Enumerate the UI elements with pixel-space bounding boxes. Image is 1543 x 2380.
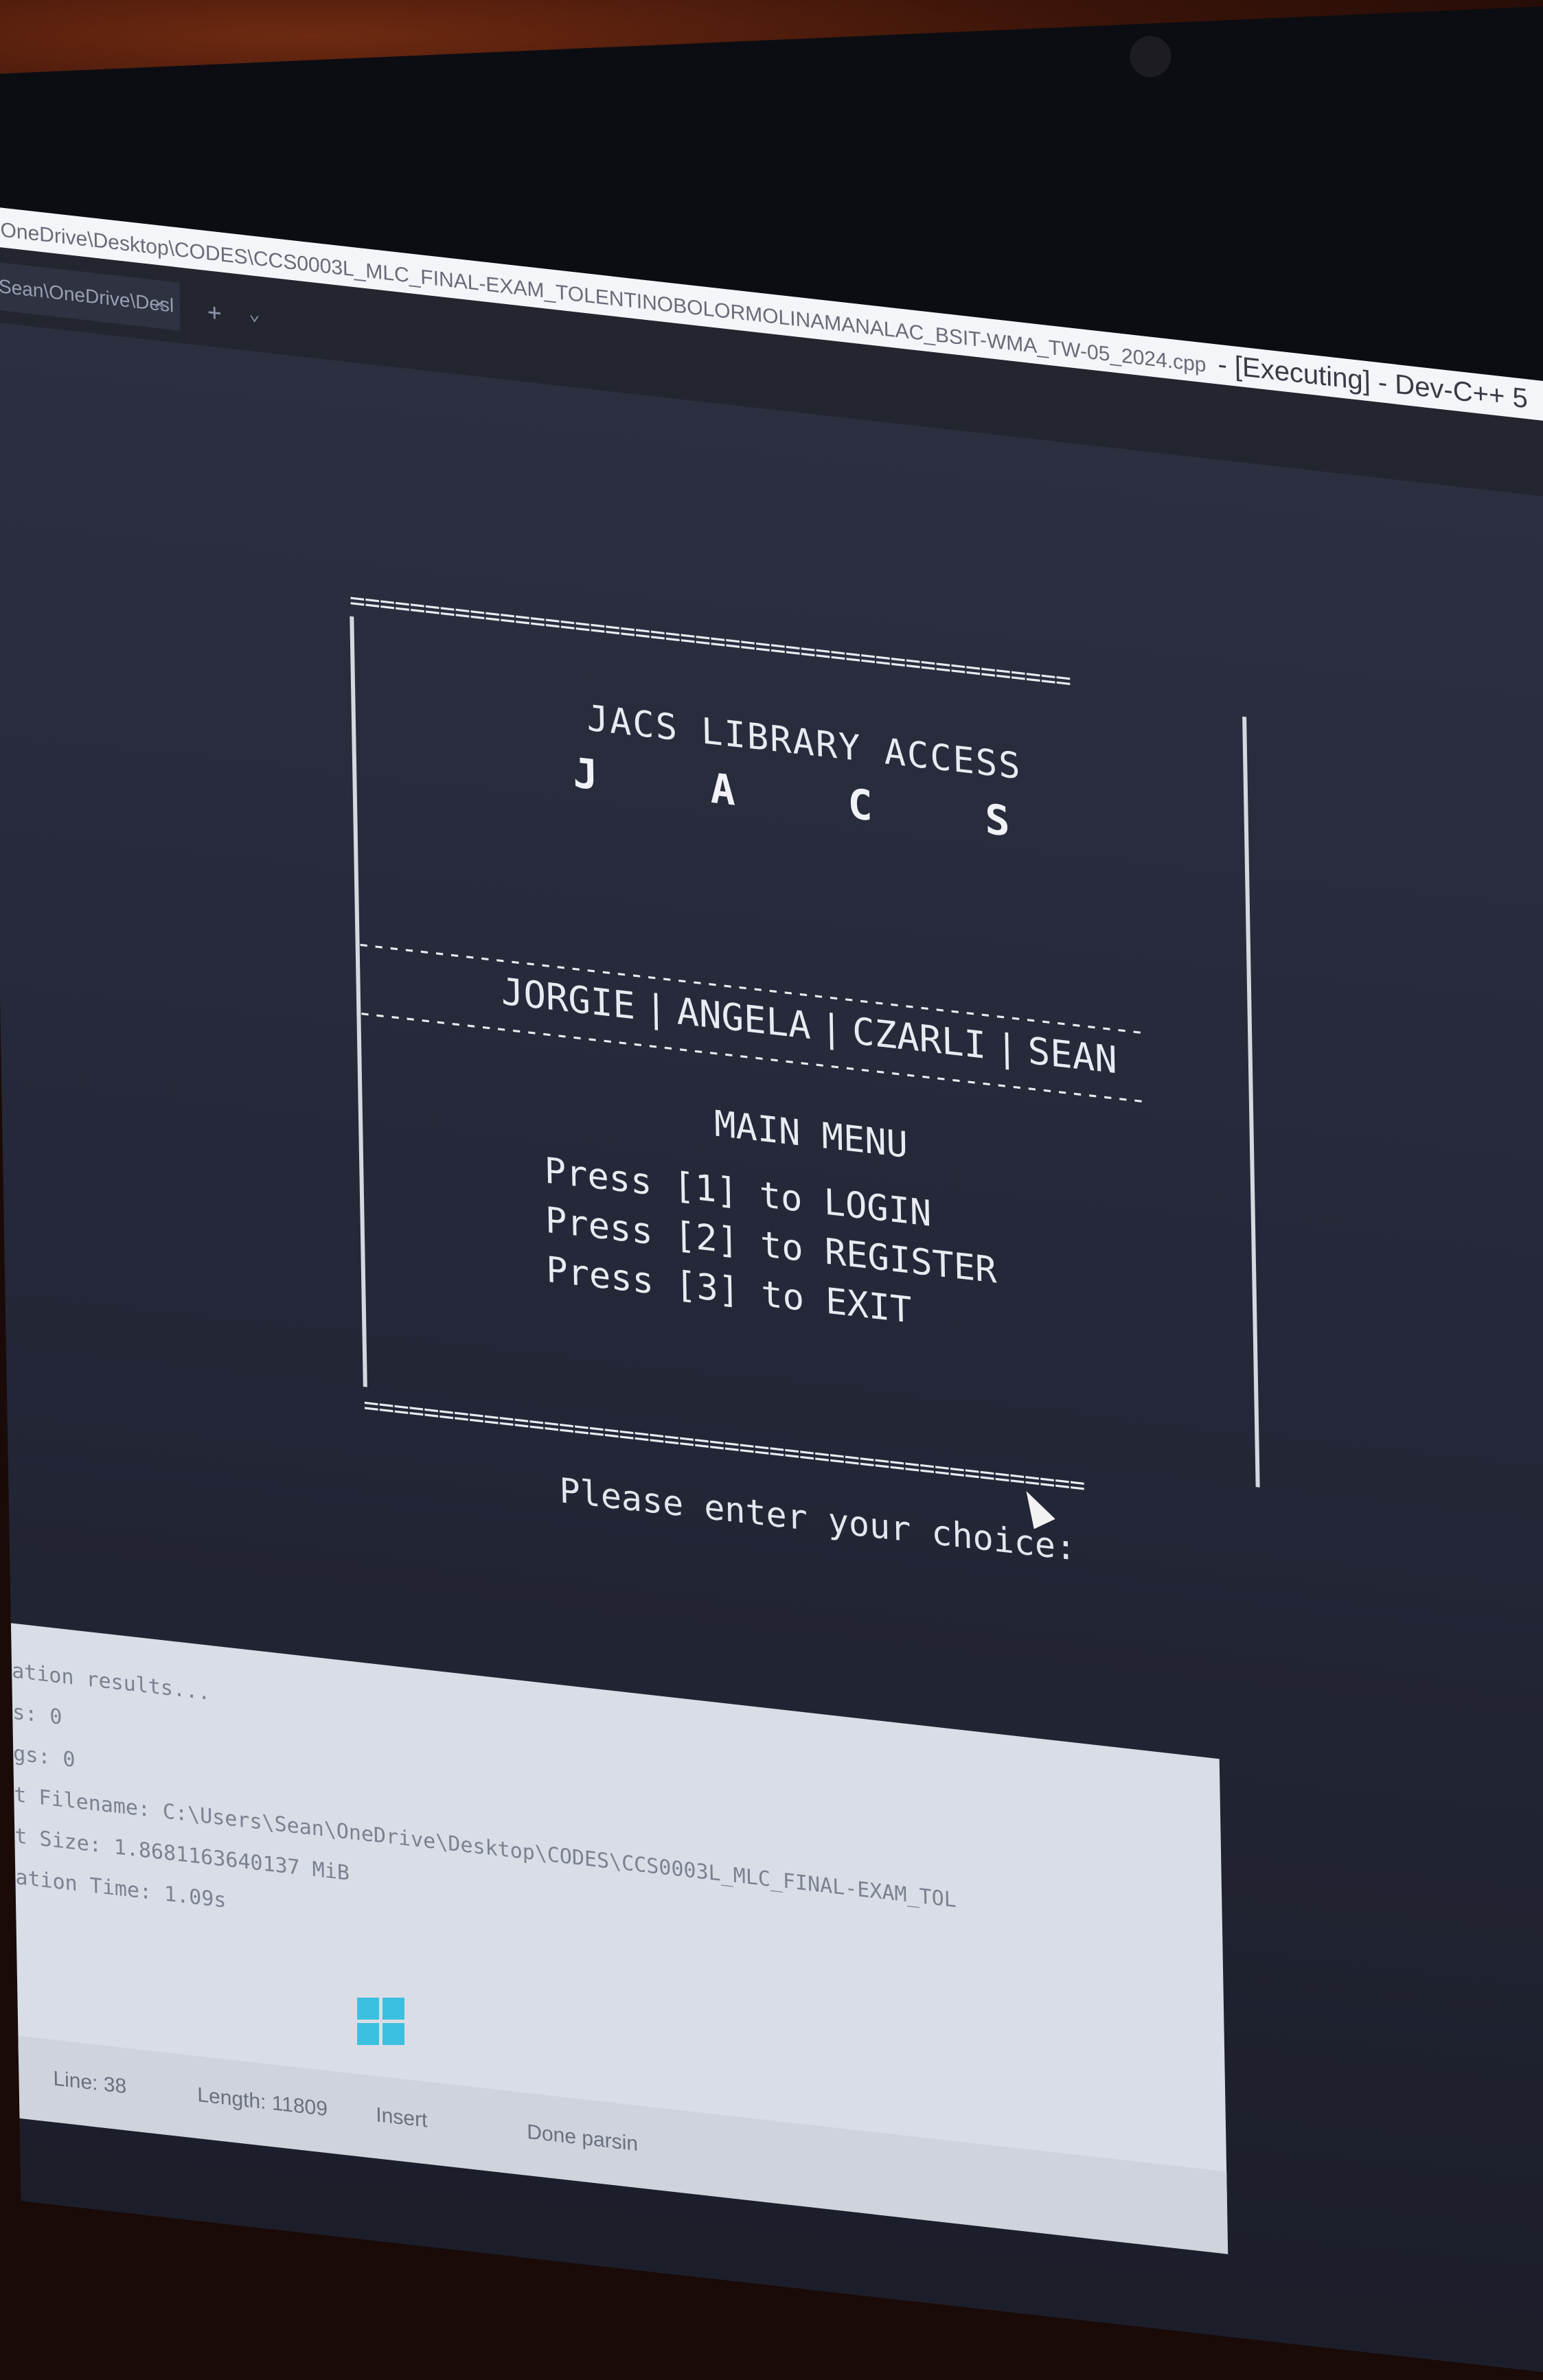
status-line: Line: 38 <box>53 2067 127 2099</box>
member-separator: | <box>995 1025 1019 1072</box>
menu-options: Press [1] to LOGIN Press [2] to REGISTER… <box>544 1146 998 1345</box>
laptop-screen: OneDrive\Desktop\CODES\CCS0003L_MLC_FINA… <box>0 206 1543 2380</box>
status-state: Done parsin <box>527 2120 639 2156</box>
member-separator: | <box>820 1005 843 1052</box>
ascii-logo-letter: S <box>984 795 1011 846</box>
ascii-logo-letter: J <box>572 749 599 800</box>
status-length: Length: 11809 <box>197 2083 328 2121</box>
member-name: SEAN <box>1027 1028 1118 1083</box>
start-button[interactable] <box>357 1998 405 2046</box>
windows-logo-icon <box>357 1998 405 2045</box>
ascii-logo-letter: C <box>847 780 873 831</box>
main-menu-box: ========================================… <box>350 589 1272 1654</box>
terminal-tab-label: Sean\OneDrive\Desl <box>0 275 174 316</box>
add-tab-icon[interactable]: + <box>207 298 222 327</box>
choice-prompt[interactable]: Please enter your choice: <box>364 1448 1271 1590</box>
chevron-down-icon[interactable]: ⌄ <box>249 301 260 325</box>
ascii-logo-letter: A <box>709 764 736 816</box>
status-mode: Insert <box>376 2103 428 2132</box>
terminal-tab[interactable]: Sean\OneDrive\Desl × <box>0 261 181 331</box>
member-separator: | <box>644 985 668 1032</box>
webcam-icon <box>1129 34 1172 78</box>
close-icon[interactable]: × <box>153 279 165 329</box>
